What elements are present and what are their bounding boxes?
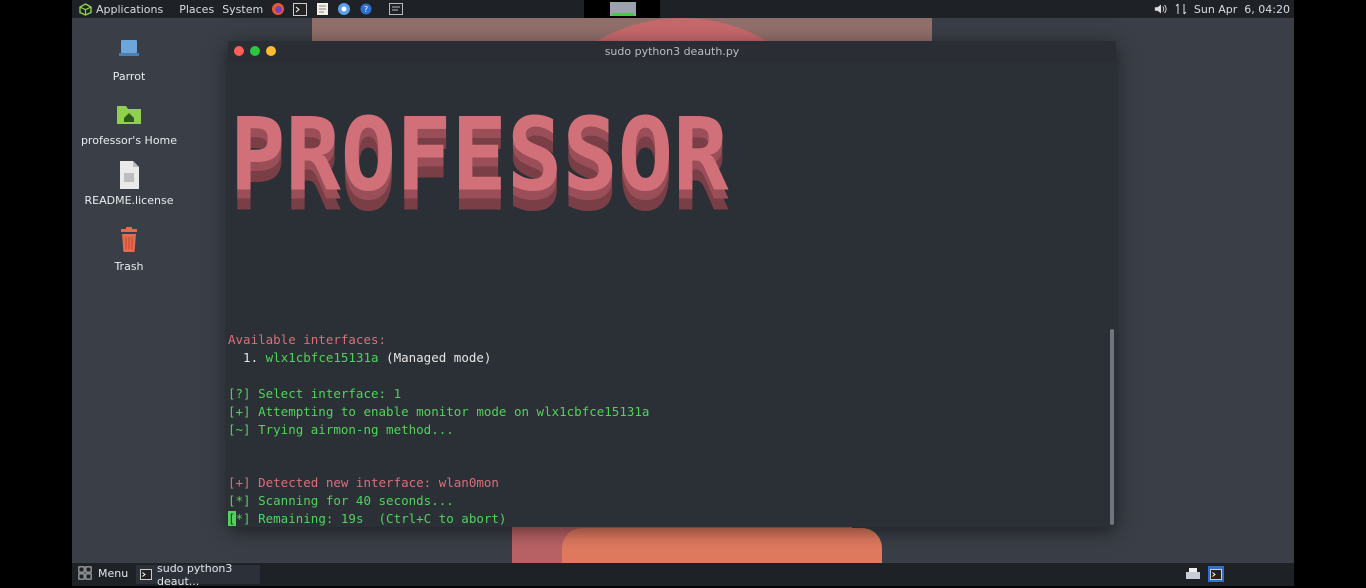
terminal-line: [+] Attempting to enable monitor mode on…: [228, 404, 650, 419]
maximize-button[interactable]: [250, 46, 260, 56]
ascii-banner: PROFESSOR: [230, 96, 729, 214]
terminal-line: [*] Scanning for 40 seconds...: [228, 493, 454, 508]
places-menu[interactable]: Places: [179, 3, 214, 16]
main-menu-button[interactable]: Menu: [78, 566, 128, 580]
top-panel: Applications Places System ? Sun Apr 6, …: [72, 0, 1294, 18]
terminal-window[interactable]: sudo python3 deauth.py PROFESSOR Availab…: [228, 41, 1116, 527]
printer-icon[interactable]: [1184, 567, 1202, 581]
home-folder-icon: [115, 100, 143, 128]
settings-icon[interactable]: [337, 2, 351, 16]
interface-number: 1.: [228, 350, 266, 365]
text-editor-icon[interactable]: [315, 2, 329, 16]
desktop-icon-label: README.license: [84, 194, 174, 207]
remaining-text: *] Remaining: 19s (Ctrl+C to abort): [235, 511, 507, 526]
network-icon[interactable]: [1174, 2, 1188, 16]
system-menu[interactable]: System: [222, 3, 263, 16]
menu-label: Menu: [98, 566, 129, 580]
desktop-icon-label: Parrot: [112, 70, 146, 83]
volume-icon[interactable]: [1154, 2, 1168, 16]
terminal-line: [+] Detected new interface: wlan0mon: [228, 475, 499, 490]
parrot-cube-icon: [78, 2, 92, 16]
taskbar-item-label: sudo python3 deaut...: [157, 561, 233, 588]
desktop-icon-home[interactable]: professor's Home: [74, 100, 184, 147]
applications-label: Applications: [96, 2, 164, 16]
wallpaper-shape: [562, 528, 882, 568]
terminal-tray-icon[interactable]: [1208, 566, 1224, 582]
workspace-active-indicator: [612, 13, 634, 16]
desktop-icon-parrot[interactable]: Parrot: [74, 36, 184, 83]
close-button[interactable]: [234, 46, 244, 56]
terminal-icon[interactable]: [293, 2, 308, 16]
svg-text:?: ?: [364, 5, 368, 14]
interface-mode: (Managed mode): [378, 350, 492, 365]
terminal-line: Available interfaces:: [228, 332, 387, 347]
applications-menu[interactable]: Applications: [78, 2, 163, 16]
desktop-icon-readme[interactable]: README.license: [74, 160, 184, 207]
workspace-switcher[interactable]: [584, 0, 660, 18]
terminal-titlebar[interactable]: sudo python3 deauth.py: [228, 41, 1116, 62]
clock[interactable]: Sun Apr 6, 04:20: [1194, 3, 1290, 16]
terminal-icon: [140, 568, 152, 582]
terminal-line: [?] Select interface: 1: [228, 386, 402, 401]
terminal-line: [~] Trying airmon-ng method...: [228, 422, 454, 437]
terminal-output[interactable]: PROFESSOR Available interfaces: 1. wlx1c…: [228, 62, 1108, 527]
desktop-icon-trash[interactable]: Trash: [74, 226, 184, 273]
computer-icon: [115, 36, 143, 64]
desktop-icon-label: professor's Home: [80, 134, 178, 147]
minimize-button[interactable]: [266, 46, 276, 56]
terminal-line: 1. wlx1cbfce15131a (Managed mode): [228, 350, 491, 365]
grid-menu-icon: [78, 566, 92, 580]
scrollbar[interactable]: [1110, 329, 1114, 525]
system-monitor-icon[interactable]: [389, 2, 404, 16]
firefox-icon[interactable]: [271, 2, 285, 16]
trash-icon: [115, 226, 143, 254]
text-cursor: [: [228, 511, 236, 526]
terminal-title: sudo python3 deauth.py: [604, 45, 740, 58]
document-icon: [115, 160, 143, 189]
taskbar-item-terminal[interactable]: sudo python3 deaut...: [136, 562, 260, 588]
desktop-icon-label: Trash: [114, 260, 144, 273]
interface-name: wlx1cbfce15131a: [265, 350, 379, 365]
help-icon[interactable]: ?: [359, 2, 373, 16]
terminal-line: [*] Remaining: 19s (Ctrl+C to abort): [228, 511, 506, 526]
bottom-panel: Menu sudo python3 deaut...: [72, 562, 1294, 588]
